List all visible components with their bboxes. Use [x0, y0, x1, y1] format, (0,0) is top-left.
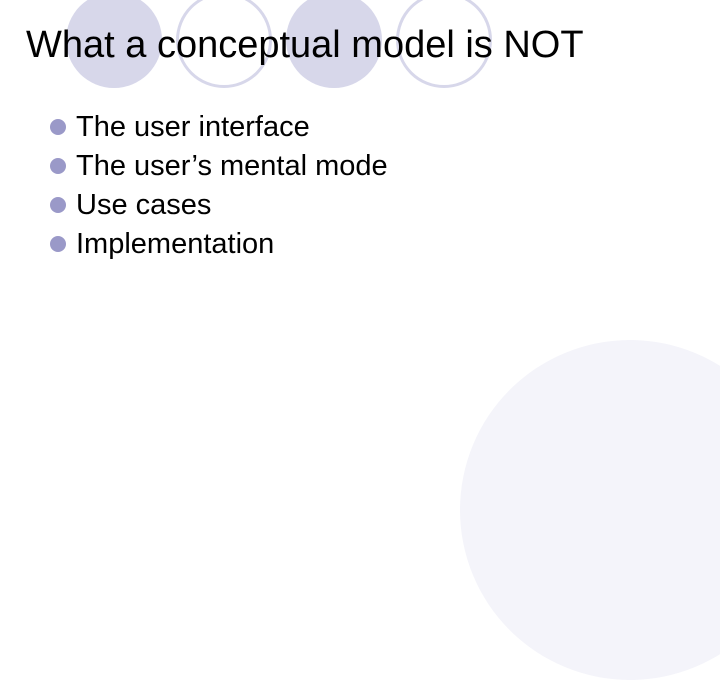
list-item: Use cases	[50, 186, 694, 225]
list-item: Implementation	[50, 225, 694, 264]
decorative-large-circle	[460, 340, 720, 680]
list-item: The user’s mental mode	[50, 147, 694, 186]
slide-title: What a conceptual model is NOT	[26, 24, 694, 68]
slide-content: What a conceptual model is NOT The user …	[0, 0, 720, 264]
list-item: The user interface	[50, 108, 694, 147]
bullet-list: The user interface The user’s mental mod…	[26, 108, 694, 265]
